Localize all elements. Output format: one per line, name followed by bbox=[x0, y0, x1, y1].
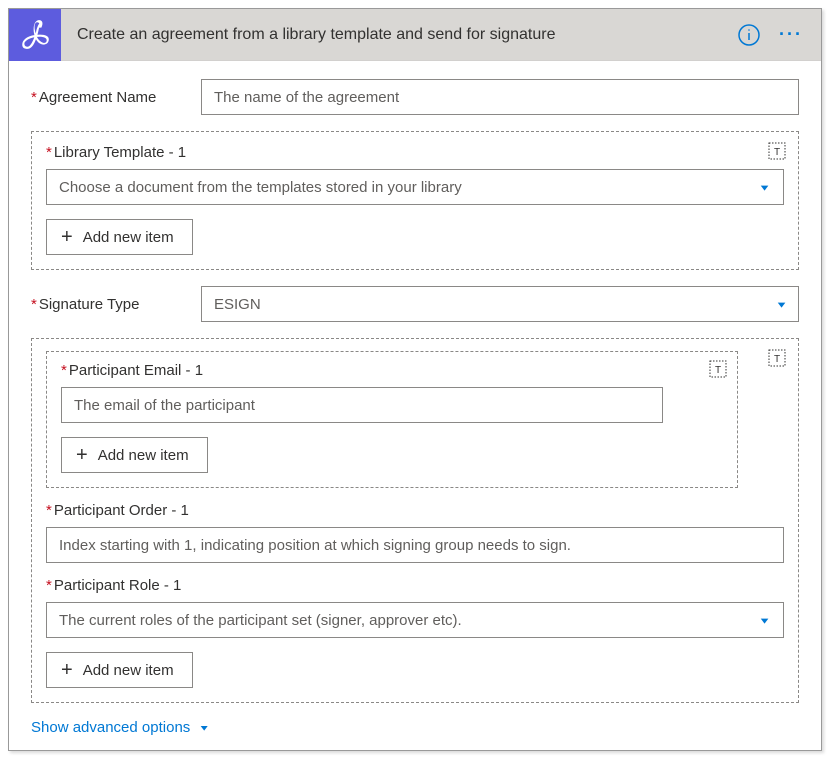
participant-email-group: T *Participant Email - 1 The email of th… bbox=[46, 351, 738, 488]
library-template-select[interactable]: Choose a document from the templates sto… bbox=[46, 169, 784, 205]
participant-email-add-button[interactable]: + Add new item bbox=[61, 437, 208, 473]
array-mode-icon[interactable]: T bbox=[709, 360, 727, 383]
card-header: Create an agreement from a library templ… bbox=[9, 9, 821, 61]
plus-icon: + bbox=[61, 660, 73, 680]
svg-text:T: T bbox=[774, 354, 780, 365]
card-body: *Agreement Name The name of the agreemen… bbox=[9, 61, 821, 750]
participant-order-section: *Participant Order - 1 Index starting wi… bbox=[46, 502, 784, 563]
button-label: Add new item bbox=[98, 447, 189, 464]
library-template-label: *Library Template - 1 bbox=[46, 144, 784, 161]
show-advanced-options-link[interactable]: Show advanced options ▼ bbox=[31, 719, 799, 736]
link-text: Show advanced options bbox=[31, 719, 190, 736]
participants-add-button[interactable]: + Add new item bbox=[46, 652, 193, 688]
info-icon[interactable] bbox=[737, 23, 761, 47]
placeholder-text: The current roles of the participant set… bbox=[59, 612, 462, 629]
chevron-down-icon: ▼ bbox=[758, 615, 771, 625]
agreement-name-input[interactable]: The name of the agreement bbox=[201, 79, 799, 115]
agreement-name-label: *Agreement Name bbox=[31, 89, 189, 106]
signature-type-label: *Signature Type bbox=[31, 296, 189, 313]
agreement-name-row: *Agreement Name The name of the agreemen… bbox=[31, 79, 799, 115]
button-label: Add new item bbox=[83, 229, 174, 246]
participants-group: T T *Participant Email - 1 The email of … bbox=[31, 338, 799, 703]
signature-type-row: *Signature Type ESIGN ▼ bbox=[31, 286, 799, 322]
chevron-down-icon: ▼ bbox=[775, 299, 788, 309]
signature-type-select[interactable]: ESIGN ▼ bbox=[201, 286, 799, 322]
participant-email-input[interactable]: The email of the participant bbox=[61, 387, 663, 423]
library-template-add-button[interactable]: + Add new item bbox=[46, 219, 193, 255]
header-actions: ··· bbox=[737, 23, 821, 47]
participant-order-label: *Participant Order - 1 bbox=[46, 502, 784, 519]
more-icon[interactable]: ··· bbox=[779, 24, 803, 45]
participant-role-select[interactable]: The current roles of the participant set… bbox=[46, 602, 784, 638]
placeholder-text: Index starting with 1, indicating positi… bbox=[59, 537, 571, 554]
chevron-down-icon: ▼ bbox=[198, 723, 210, 732]
participant-order-input[interactable]: Index starting with 1, indicating positi… bbox=[46, 527, 784, 563]
array-mode-icon[interactable]: T bbox=[768, 142, 786, 165]
card-title: Create an agreement from a library templ… bbox=[61, 26, 737, 44]
chevron-down-icon: ▼ bbox=[758, 182, 771, 192]
placeholder-text: The email of the participant bbox=[74, 397, 255, 414]
adobe-acrobat-icon bbox=[9, 9, 61, 61]
participant-role-section: *Participant Role - 1 The current roles … bbox=[46, 577, 784, 638]
button-label: Add new item bbox=[83, 662, 174, 679]
placeholder-text: The name of the agreement bbox=[214, 89, 399, 106]
library-template-group: T *Library Template - 1 Choose a documen… bbox=[31, 131, 799, 270]
svg-text:T: T bbox=[715, 365, 721, 376]
participant-role-label: *Participant Role - 1 bbox=[46, 577, 784, 594]
plus-icon: + bbox=[61, 227, 73, 247]
placeholder-text: Choose a document from the templates sto… bbox=[59, 179, 462, 196]
selected-value: ESIGN bbox=[214, 296, 261, 313]
plus-icon: + bbox=[76, 445, 88, 465]
action-card: Create an agreement from a library templ… bbox=[8, 8, 822, 751]
participant-email-label: *Participant Email - 1 bbox=[61, 362, 723, 379]
array-mode-icon[interactable]: T bbox=[768, 349, 786, 372]
svg-text:T: T bbox=[774, 147, 780, 158]
